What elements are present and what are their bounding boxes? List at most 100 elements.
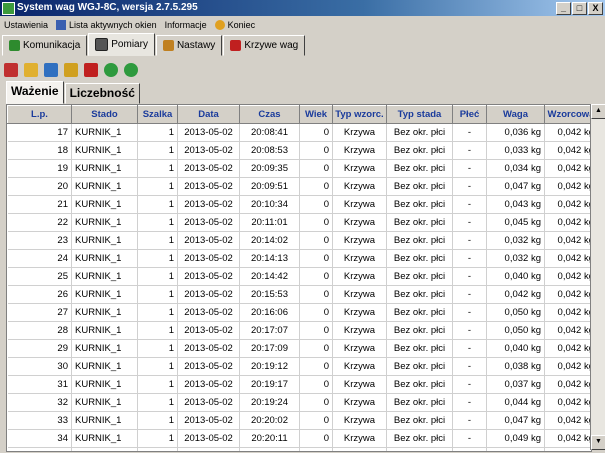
table-cell: 18 bbox=[7, 141, 72, 160]
table-row[interactable]: 22 KURNIK_1 1 2013-05-02 20:11:01 0 Krzywa Bez … bbox=[7, 213, 591, 232]
subtab-wazenie[interactable]: Ważenie bbox=[6, 81, 64, 104]
weighing-table: L.p. Stado Szalka Data Czas Wiek Typ wzorc. Typ… bbox=[7, 105, 591, 451]
minimize-button[interactable]: _ bbox=[556, 2, 571, 15]
table-cell: 0 bbox=[299, 141, 333, 160]
column-header[interactable]: Szalka bbox=[137, 105, 178, 124]
tree-alt-icon[interactable] bbox=[124, 63, 138, 77]
menu-ustawienia[interactable]: Ustawienia bbox=[4, 20, 48, 30]
table-cell: 1 bbox=[137, 393, 178, 412]
table-cell: 20:17:07 bbox=[239, 321, 300, 340]
column-header[interactable]: Waga bbox=[486, 105, 545, 124]
table-row[interactable]: 17 KURNIK_1 1 2013-05-02 20:08:41 0 Krzywa Bez … bbox=[7, 123, 591, 142]
column-header[interactable]: Typ stada bbox=[386, 105, 453, 124]
table-row[interactable]: 20 KURNIK_1 1 2013-05-02 20:09:51 0 Krzywa Bez … bbox=[7, 177, 591, 196]
table-row[interactable]: 27 KURNIK_1 1 2013-05-02 20:16:06 0 Krzywa Bez … bbox=[7, 303, 591, 322]
table-cell: 20:19:12 bbox=[239, 357, 300, 376]
table-row[interactable]: 28 KURNIK_1 1 2013-05-02 20:17:07 0 Krzywa Bez … bbox=[7, 321, 591, 340]
table-cell: - bbox=[452, 159, 487, 178]
table-row[interactable]: 34 KURNIK_1 1 2013-05-02 20:20:11 0 Krzywa Bez … bbox=[7, 429, 591, 448]
tab-krzywe-wag[interactable]: Krzywe wag bbox=[223, 35, 306, 56]
menu-informacje[interactable]: Informacje bbox=[165, 20, 207, 30]
table-cell: 32 bbox=[7, 393, 72, 412]
table-cell: 26 bbox=[7, 285, 72, 304]
table-cell: 0,042 kg bbox=[544, 213, 591, 232]
maximize-button[interactable]: □ bbox=[572, 2, 587, 15]
menu-lista-okien[interactable]: Lista aktywnych okien bbox=[56, 20, 157, 30]
column-header[interactable]: Typ wzorc. bbox=[332, 105, 387, 124]
column-header[interactable]: L.p. bbox=[7, 105, 72, 124]
table-cell: Krzywa bbox=[332, 177, 387, 196]
tree-icon[interactable] bbox=[104, 63, 118, 77]
edit-icon[interactable] bbox=[64, 63, 78, 77]
table-cell: 20:20:16 bbox=[239, 447, 300, 451]
table-row[interactable]: 35KURNIK_112013-05-0220:20:160KrzywaBez … bbox=[7, 447, 591, 451]
table-cell: 2013-05-02 bbox=[177, 213, 240, 232]
table-cell: Krzywa bbox=[332, 213, 387, 232]
table-row[interactable]: 24 KURNIK_1 1 2013-05-02 20:14:13 0 Krzywa Bez … bbox=[7, 249, 591, 268]
table-cell: 30 bbox=[7, 357, 72, 376]
table-row[interactable]: 23 KURNIK_1 1 2013-05-02 20:14:02 0 Krzywa Bez … bbox=[7, 231, 591, 250]
table-cell: 1 bbox=[137, 429, 178, 448]
table-cell: 20:14:13 bbox=[239, 249, 300, 268]
remove-icon[interactable] bbox=[84, 63, 98, 77]
window-title: System wag WGJ-8C, wersja 2.7.5.295 bbox=[17, 2, 198, 13]
table-row[interactable]: 33 KURNIK_1 1 2013-05-02 20:20:02 0 Krzywa Bez … bbox=[7, 411, 591, 430]
table-cell: 0,042 kg bbox=[544, 357, 591, 376]
subtab-liczebnosc[interactable]: Liczebność bbox=[64, 83, 140, 104]
table-cell: - bbox=[452, 267, 487, 286]
table-row[interactable]: 19 KURNIK_1 1 2013-05-02 20:09:35 0 Krzywa Bez … bbox=[7, 159, 591, 178]
table-cell: KURNIK_1 bbox=[71, 231, 138, 250]
column-header[interactable]: Data bbox=[177, 105, 240, 124]
table-cell: 2013-05-02 bbox=[177, 177, 240, 196]
scroll-up-icon[interactable]: ▲ bbox=[591, 104, 605, 119]
table-cell: 0 bbox=[299, 303, 333, 322]
table-cell: 1 bbox=[137, 447, 178, 451]
table-row[interactable]: 26 KURNIK_1 1 2013-05-02 20:15:53 0 Krzywa Bez … bbox=[7, 285, 591, 304]
table-row[interactable]: 29 KURNIK_1 1 2013-05-02 20:17:09 0 Krzywa Bez … bbox=[7, 339, 591, 358]
table-cell: 2013-05-02 bbox=[177, 123, 240, 142]
scroll-down-icon[interactable]: ▼ bbox=[591, 435, 605, 450]
column-header[interactable]: Stado bbox=[71, 105, 138, 124]
column-header[interactable]: Płeć bbox=[452, 105, 487, 124]
table-cell: 0,043 kg bbox=[486, 195, 545, 214]
table-cell: 0 bbox=[299, 339, 333, 358]
table-row[interactable]: 30 KURNIK_1 1 2013-05-02 20:19:12 0 Krzywa Bez … bbox=[7, 357, 591, 376]
table-cell: 20:19:24 bbox=[239, 393, 300, 412]
close-button[interactable]: X bbox=[588, 2, 603, 15]
tab-pomiary[interactable]: Pomiary bbox=[88, 33, 155, 56]
table-cell: 0,042 kg bbox=[544, 321, 591, 340]
table-cell: 0 bbox=[299, 177, 333, 196]
table-cell: Krzywa bbox=[332, 231, 387, 250]
table-cell: Bez okr. płci bbox=[386, 303, 453, 322]
column-header[interactable]: Wzorcowa bbox=[544, 105, 591, 124]
vertical-scrollbar[interactable]: ▲ ▼ bbox=[590, 104, 605, 450]
table-cell: - bbox=[452, 411, 487, 430]
table-cell: 0,042 kg bbox=[544, 195, 591, 214]
table-cell: 0 bbox=[299, 411, 333, 430]
table-cell: Krzywa bbox=[332, 249, 387, 268]
table-cell: 1 bbox=[137, 339, 178, 358]
open-folder-icon[interactable] bbox=[24, 63, 38, 77]
table-row[interactable]: 25 KURNIK_1 1 2013-05-02 20:14:42 0 Krzywa Bez … bbox=[7, 267, 591, 286]
table-cell: 20:15:53 bbox=[239, 285, 300, 304]
table-cell: Bez okr. płci bbox=[386, 285, 453, 304]
exit-icon bbox=[214, 20, 225, 30]
table-cell: Bez okr. płci bbox=[386, 267, 453, 286]
table-cell: 20:09:51 bbox=[239, 177, 300, 196]
table-cell: 0,042 kg bbox=[544, 267, 591, 286]
menu-koniec[interactable]: Koniec bbox=[214, 20, 255, 30]
delete-icon[interactable] bbox=[4, 63, 18, 77]
table-cell: - bbox=[452, 177, 487, 196]
csv-export-icon[interactable] bbox=[44, 63, 58, 77]
table-cell: 20:20:11 bbox=[239, 429, 300, 448]
table-row[interactable]: 18 KURNIK_1 1 2013-05-02 20:08:53 0 Krzywa Bez … bbox=[7, 141, 591, 160]
table-row[interactable]: 21 KURNIK_1 1 2013-05-02 20:10:34 0 Krzywa Bez … bbox=[7, 195, 591, 214]
table-cell: KURNIK_1 bbox=[71, 141, 138, 160]
column-header[interactable]: Wiek bbox=[299, 105, 333, 124]
table-row[interactable]: 32 KURNIK_1 1 2013-05-02 20:19:24 0 Krzywa Bez … bbox=[7, 393, 591, 412]
tab-komunikacja[interactable]: Komunikacja bbox=[2, 35, 88, 56]
column-header[interactable]: Czas bbox=[239, 105, 300, 124]
table-cell: Bez okr. płci bbox=[386, 375, 453, 394]
tab-nastawy[interactable]: Nastawy bbox=[155, 35, 223, 56]
table-row[interactable]: 31 KURNIK_1 1 2013-05-02 20:19:17 0 Krzywa Bez … bbox=[7, 375, 591, 394]
